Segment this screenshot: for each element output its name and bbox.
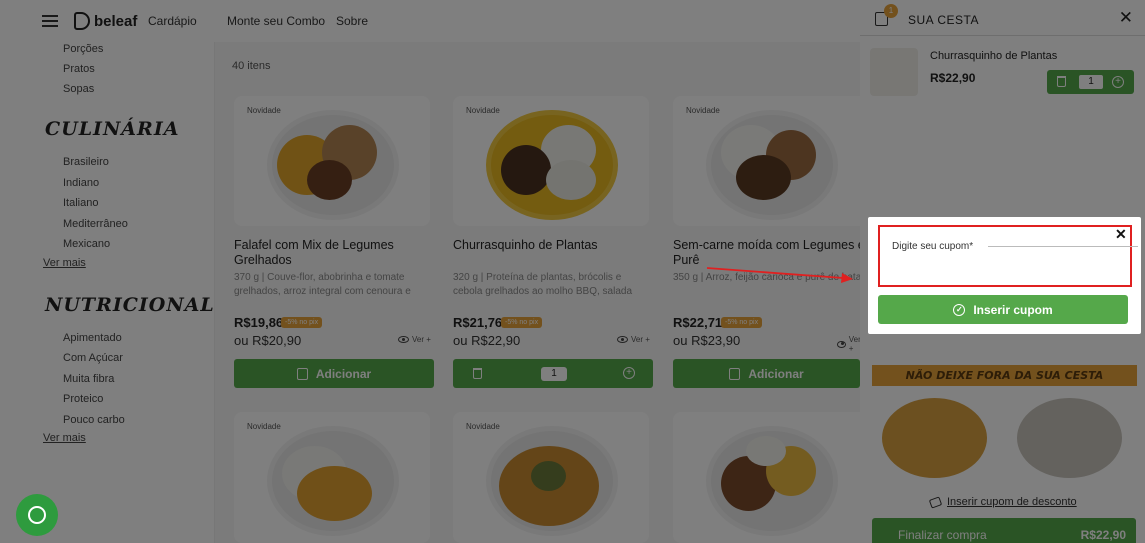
apply-coupon-label: Inserir cupom bbox=[973, 302, 1053, 317]
field-border-line bbox=[988, 246, 1138, 247]
annotation-arrow bbox=[706, 267, 853, 283]
page: beleaf Cardápio Monte seu Combo Sobre Po… bbox=[0, 0, 1145, 543]
coupon-modal: Digite seu cupom* ✕ ✓ Inserir cupom bbox=[868, 217, 1141, 334]
coupon-label: Digite seu cupom* bbox=[892, 241, 976, 252]
coupon-input[interactable] bbox=[892, 255, 1117, 283]
close-icon[interactable]: ✕ bbox=[1115, 226, 1127, 243]
check-circle-icon: ✓ bbox=[953, 303, 966, 316]
whatsapp-button[interactable] bbox=[16, 494, 58, 536]
apply-coupon-button[interactable]: ✓ Inserir cupom bbox=[878, 295, 1128, 324]
coupon-field-highlight: Digite seu cupom* bbox=[878, 225, 1138, 287]
whatsapp-icon bbox=[28, 506, 46, 524]
